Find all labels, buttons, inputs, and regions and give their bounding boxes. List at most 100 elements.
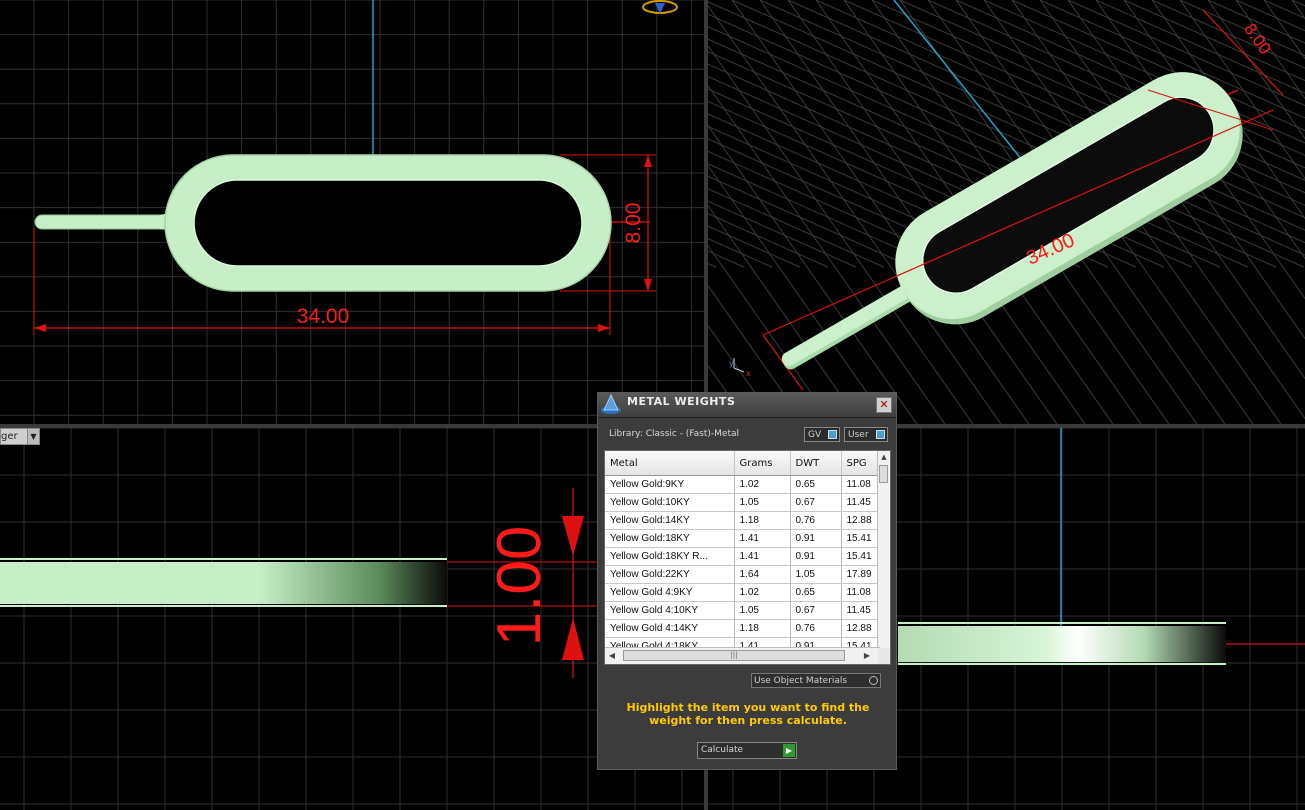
table-cell: 0.91 [790,529,842,548]
table-row[interactable]: Yellow Gold:18KY 1.41 0.91 15.41 [605,529,882,548]
calculate-button[interactable]: Calculate ▶ [697,742,797,759]
table-header-row: Metal Grams DWT SPG [605,451,882,476]
user-toggle[interactable]: User [844,427,888,442]
table-row[interactable]: Yellow Gold:14KY 1.18 0.76 12.88 [605,511,882,530]
table-cell: Yellow Gold:18KY R... [605,547,735,566]
dim-arrow-down [562,516,584,556]
use-object-materials-option[interactable]: Use Object Materials [751,673,881,688]
table-cell: 12.88 [841,619,882,638]
user-label: User [848,430,869,440]
table-cell: 1.64 [734,565,791,584]
perspective-view-canvas: 34.00 8.00 y x [708,0,1305,424]
table-row[interactable]: Yellow Gold 4:9KY 1.02 0.65 11.08 [605,583,882,602]
scroll-thumb[interactable] [879,465,888,483]
table-cell: 17.89 [841,565,882,584]
app-logo-icon [601,394,621,414]
close-icon: ✕ [879,398,889,411]
table-row[interactable]: Yellow Gold 4:10KY 1.05 0.67 11.45 [605,601,882,620]
table-row[interactable]: Yellow Gold 4:14KY 1.18 0.76 12.88 [605,619,882,638]
table-cell: 11.08 [841,475,882,494]
dim-arrow-up [562,618,584,660]
sim-pin-top-view [34,154,612,292]
table-cell: 1.05 [734,493,791,512]
height-dimension-label: 8.00 [622,203,645,244]
table-cell: 0.67 [790,493,842,512]
table-row[interactable]: Yellow Gold:10KY 1.05 0.67 11.45 [605,493,882,512]
table-cell: 11.45 [841,601,882,620]
table-cell: 11.45 [841,493,882,512]
pin-profile [0,562,447,604]
radio-icon[interactable] [869,676,878,685]
table-cell: 0.76 [790,511,842,530]
axis-tripod-icon: y x [729,358,751,378]
pin-side-profile [898,626,1226,662]
dropdown-text: ger [1,431,18,442]
table-cell: Yellow Gold 4:10KY [605,601,735,620]
horizontal-scrollbar[interactable]: ◀ ||| ▶ [605,647,880,664]
metal-weights-panel: METAL WEIGHTS ✕ Library: Classic - (Fast… [597,392,897,770]
column-header[interactable]: DWT [790,451,842,476]
table-cell: Yellow Gold:10KY [605,493,735,512]
table-cell: 15.41 [841,547,882,566]
scroll-right-icon[interactable]: ▶ [860,648,874,664]
calculate-label: Calculate [701,745,744,755]
top-view-canvas: 34.00 8.00 [0,0,704,424]
instruction-text: Highlight the item you want to find the … [626,701,870,727]
table-row[interactable]: Yellow Gold:18KY R... 1.41 0.91 15.41 [605,547,882,566]
scroll-left-icon[interactable]: ◀ [605,648,619,664]
table-cell: 1.18 [734,511,791,530]
thickness-dimension-label: 1.00 [485,526,554,647]
table-cell: Yellow Gold:9KY [605,475,735,494]
table-cell: 0.91 [790,547,842,566]
library-label: Library: Classic - (Fast)-Metal [609,429,740,439]
table-row[interactable]: Yellow Gold:9KY 1.02 0.65 11.08 [605,475,882,494]
table-cell: Yellow Gold:22KY [605,565,735,584]
metal-table-grid[interactable]: Metal Grams DWT SPG Yellow Gold:9KY 1.02 0.65… [605,451,882,664]
dim-arrow-top [644,155,652,167]
column-header[interactable]: Grams [734,451,791,476]
table-row[interactable]: Yellow Gold:22KY 1.64 1.05 17.89 [605,565,882,584]
dim-arrow-bottom [644,279,652,291]
table-cell: 11.08 [841,583,882,602]
table-cell: 12.88 [841,511,882,530]
scroll-up-icon[interactable]: ▲ [878,451,890,463]
gv-label: GV [808,430,822,440]
chevron-down-icon: ▼ [27,429,39,444]
viewport-type-dropdown[interactable]: ger ▼ [0,428,40,445]
axis-y-label: y [729,359,734,368]
scroll-corner [878,648,890,664]
table-cell: Yellow Gold:14KY [605,511,735,530]
table-cell: Yellow Gold 4:9KY [605,583,735,602]
table-cell: 0.65 [790,475,842,494]
table-cell: 0.76 [790,619,842,638]
scroll-thumb[interactable]: ||| [623,650,845,661]
viewport-top[interactable]: 34.00 8.00 [0,0,704,424]
vertical-scrollbar[interactable]: ▲ [877,451,890,649]
dim-arrow-left [34,324,46,332]
table-cell: 1.02 [734,475,791,494]
viewport-perspective[interactable]: 34.00 8.00 y x [708,0,1305,424]
table-cell: 1.05 [734,601,791,620]
panel-title-bar[interactable]: METAL WEIGHTS ✕ [598,393,896,418]
table-cell: Yellow Gold:18KY [605,529,735,548]
column-header[interactable]: SPG [841,451,882,476]
table-cell: 1.05 [790,565,842,584]
table-cell: 15.41 [841,529,882,548]
gv-toggle[interactable]: GV [804,427,840,442]
view-cube-icon [642,0,678,14]
use-object-materials-label: Use Object Materials [754,676,848,686]
width-dimension-label: 34.00 [297,305,350,328]
metal-table[interactable]: Metal Grams DWT SPG Yellow Gold:9KY 1.02 0.65… [604,450,891,665]
panel-title: METAL WEIGHTS [627,395,736,408]
table-cell: 1.02 [734,583,791,602]
table-cell: 1.18 [734,619,791,638]
toggle-indicator-icon [876,430,885,439]
play-icon: ▶ [783,744,795,757]
close-button[interactable]: ✕ [876,397,892,413]
column-header[interactable]: Metal [605,451,735,476]
axis-x-label: x [746,369,751,378]
table-cell: 1.41 [734,547,791,566]
table-cell: 0.65 [790,583,842,602]
dim-arrow-right [598,324,610,332]
table-cell: Yellow Gold 4:14KY [605,619,735,638]
